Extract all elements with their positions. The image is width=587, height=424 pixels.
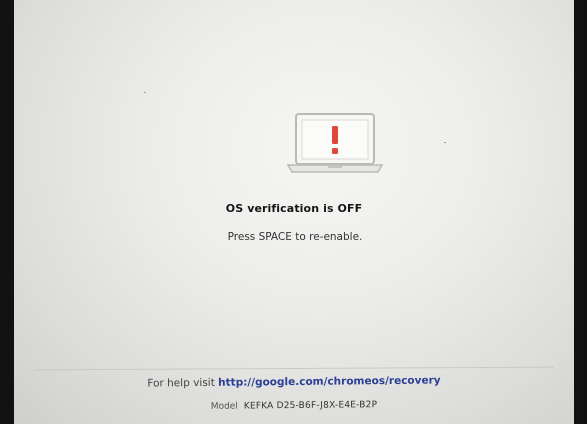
help-line: For help visit http://google.com/chromeo… — [14, 373, 574, 391]
model-label: Model — [210, 401, 238, 412]
screen-speck — [444, 142, 446, 143]
screen-speck — [144, 92, 146, 93]
monitor-frame: OS verification is OFF Press SPACE to re… — [0, 0, 587, 424]
recovery-screen: OS verification is OFF Press SPACE to re… — [14, 0, 574, 424]
verification-status-title: OS verification is OFF — [225, 202, 363, 215]
model-line: Model KEFKA D25-B6F-J8X-E4E-B2P — [14, 398, 574, 414]
recovery-help-link[interactable]: http://google.com/chromeos/recovery — [218, 374, 441, 388]
footer-divider — [34, 366, 554, 371]
help-prefix: For help visit — [147, 376, 215, 390]
model-value: KEFKA D25-B6F-J8X-E4E-B2P — [243, 400, 378, 412]
re-enable-instruction: Press SPACE to re-enable. — [227, 231, 363, 243]
laptop-warning-icon — [286, 112, 384, 178]
